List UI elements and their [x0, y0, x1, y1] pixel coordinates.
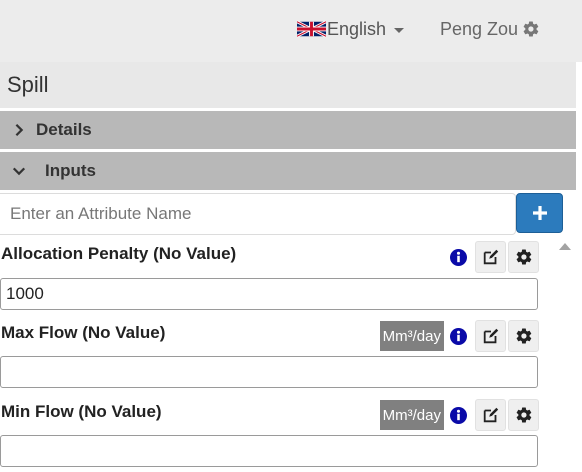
edit-icon [483, 249, 498, 265]
edit-icon [483, 328, 498, 344]
language-dropdown[interactable]: English [297, 18, 405, 40]
attribute-row: Allocation Penalty (No Value) [0, 241, 545, 313]
gear-icon [523, 21, 539, 37]
attribute-label: Allocation Penalty (No Value) [1, 244, 237, 263]
scroll-up-arrow[interactable] [559, 243, 571, 250]
add-attribute-button[interactable] [516, 193, 563, 233]
page-title-text: Spill [7, 72, 49, 97]
caret-down-icon [394, 27, 405, 33]
attribute-label: Min Flow (No Value) [1, 402, 162, 421]
chevron-right-icon [15, 123, 24, 137]
uk-flag-icon [297, 20, 326, 38]
settings-button[interactable] [508, 399, 539, 431]
gear-icon [516, 407, 531, 423]
page-title: Spill [0, 62, 576, 108]
section-inputs-header[interactable]: Inputs [0, 152, 576, 190]
info-icon[interactable] [450, 327, 467, 345]
edit-icon [483, 407, 498, 423]
attribute-value-input[interactable] [0, 356, 538, 388]
settings-button[interactable] [508, 320, 539, 352]
unit-badge: Mm³/day [379, 400, 444, 430]
edit-button[interactable] [475, 320, 506, 352]
section-inputs-label: Inputs [45, 161, 96, 180]
user-menu[interactable]: Peng Zou [440, 18, 540, 40]
gear-icon [516, 328, 531, 344]
settings-button[interactable] [508, 241, 539, 273]
attribute-value-input[interactable] [0, 278, 538, 310]
attribute-tools: Mm³/day [379, 399, 539, 431]
user-name: Peng Zou [440, 18, 519, 39]
top-navbar: English Peng Zou [0, 0, 582, 62]
attribute-row: Min Flow (No Value) Mm³/day [0, 399, 545, 472]
attribute-search-row [0, 193, 576, 236]
attribute-row: Max Flow (No Value) Mm³/day [0, 320, 545, 392]
chevron-down-icon [12, 167, 26, 176]
attribute-search-input[interactable] [0, 193, 516, 235]
attribute-label: Max Flow (No Value) [1, 323, 166, 342]
edit-button[interactable] [475, 241, 506, 273]
info-icon[interactable] [450, 248, 467, 266]
info-icon[interactable] [450, 406, 467, 424]
unit-badge: Mm³/day [379, 321, 444, 351]
gear-icon [516, 249, 531, 265]
attribute-tools: Mm³/day [379, 320, 539, 352]
language-label: English [327, 18, 387, 39]
plus-icon [532, 206, 547, 220]
section-details-header[interactable]: Details [0, 111, 576, 149]
section-details-label: Details [36, 120, 92, 139]
edit-button[interactable] [475, 399, 506, 431]
attribute-value-input[interactable] [0, 435, 538, 467]
attribute-tools [450, 241, 539, 273]
